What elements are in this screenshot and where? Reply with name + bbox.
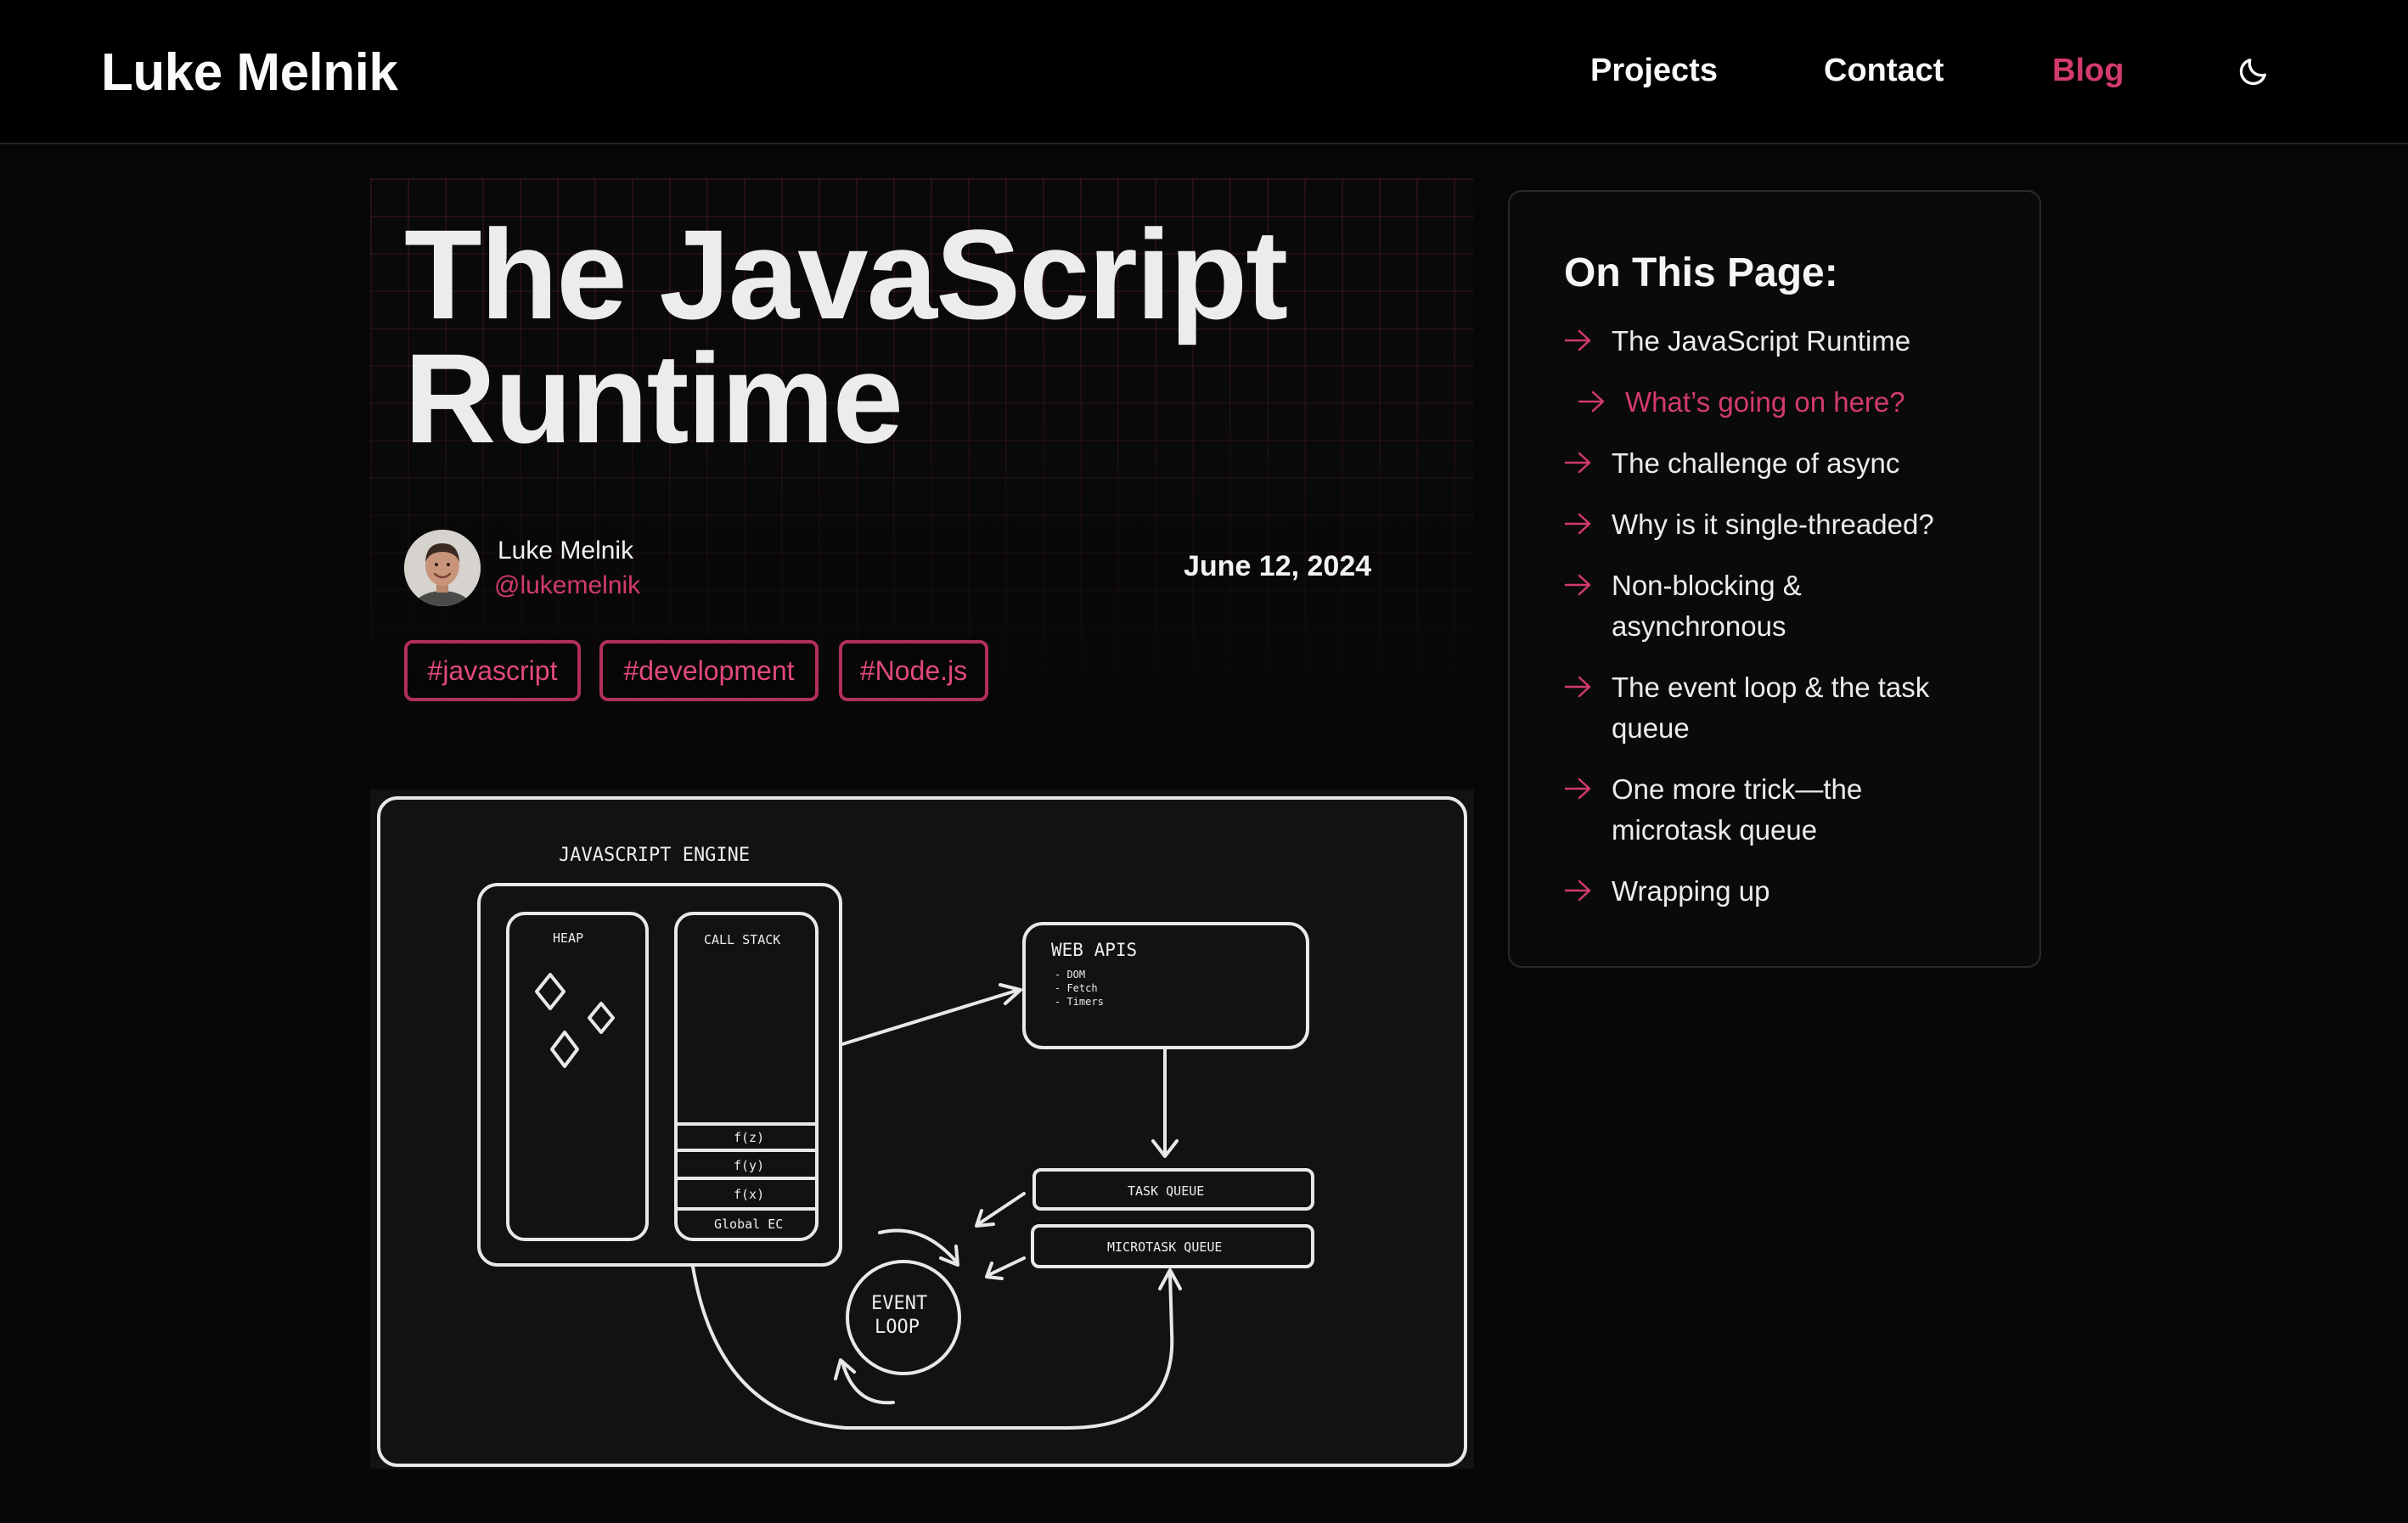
arrow-right-icon: [1564, 513, 1591, 535]
event-loop-label-line-1: EVENT: [871, 1293, 927, 1314]
stack-frame: Global EC: [714, 1217, 783, 1232]
nav-projects[interactable]: Projects: [1590, 53, 1718, 89]
author-name: Luke Melnik: [498, 537, 634, 565]
toc-item-label: The JavaScript Runtime: [1612, 325, 1911, 357]
post-title-line-2: Runtime: [404, 327, 903, 469]
heap-object-shape: [535, 973, 565, 1010]
tag-development[interactable]: #development: [599, 640, 819, 701]
nav-blog[interactable]: Blog: [2052, 53, 2124, 89]
post-title: The JavaScript Runtime: [404, 211, 1466, 462]
diagram-call-stack-label: CALL STACK: [704, 932, 780, 947]
heap-object-shape: [588, 1002, 615, 1034]
nav-contact[interactable]: Contact: [1824, 53, 1944, 89]
moon-icon: [2239, 59, 2266, 86]
web-api-item: - Fetch: [1055, 982, 1098, 994]
runtime-diagram-image: JAVASCRIPT ENGINE HEAP CALL STACK f(z) f…: [370, 790, 1474, 1469]
post-hero: The JavaScript Runtime Luke Melnik @luke…: [370, 178, 1474, 713]
arrow-right-icon: [1564, 676, 1591, 698]
diagram-heap-label: HEAP: [553, 930, 583, 946]
arrow-right-icon: [1564, 329, 1591, 351]
toc-item-label: One more trick—the microtask queue: [1612, 773, 1863, 846]
tag-nodejs[interactable]: #Node.js: [839, 640, 988, 701]
toc-item-label: What’s going on here?: [1625, 386, 1905, 418]
post-title-line-1: The JavaScript: [404, 203, 1288, 346]
toc-item-label: The challenge of async: [1612, 447, 1900, 479]
stack-frame: f(y): [734, 1158, 764, 1173]
site-logo[interactable]: Luke Melnik: [101, 42, 398, 103]
heap-object-shape: [550, 1031, 579, 1068]
arrow-right-icon: [1564, 880, 1591, 902]
web-api-item: - DOM: [1055, 969, 1085, 981]
arrow-right-icon: [1564, 574, 1591, 596]
toc-item-label: Wrapping up: [1612, 875, 1770, 907]
toc-item-label: Why is it single-threaded?: [1612, 509, 1934, 540]
arrow-right-icon: [1578, 391, 1605, 413]
author-handle-link[interactable]: @lukemelnik: [494, 571, 640, 600]
diagram-task-queue-label: TASK QUEUE: [1128, 1183, 1204, 1199]
diagram-microtask-queue-label: MICROTASK QUEUE: [1107, 1239, 1222, 1255]
toc-item-label: The event loop & the task queue: [1612, 672, 1930, 744]
diagram-web-apis-label: WEB APIS: [1051, 940, 1137, 960]
theme-toggle-button[interactable]: [2236, 54, 2270, 88]
arrow-right-icon: [1564, 452, 1591, 474]
table-of-contents: On This Page: The JavaScript Runtime Wha…: [1508, 190, 2041, 968]
toc-item-label: Non-blocking & asynchronous: [1612, 570, 1802, 642]
event-loop-label-line-2: LOOP: [875, 1317, 920, 1338]
tag-javascript[interactable]: #javascript: [404, 640, 581, 701]
toc-title: On This Page:: [1564, 250, 1838, 295]
web-api-item: - Timers: [1055, 996, 1104, 1008]
diagram-engine-label: JAVASCRIPT ENGINE: [559, 845, 750, 866]
arrow-right-icon: [1564, 778, 1591, 800]
site-header: Luke Melnik Projects Contact Blog: [0, 0, 2408, 144]
post-date: June 12, 2024: [1184, 550, 1372, 582]
stack-frame: f(x): [734, 1187, 764, 1202]
author-avatar: [404, 530, 481, 606]
stack-frame: f(z): [734, 1130, 764, 1145]
